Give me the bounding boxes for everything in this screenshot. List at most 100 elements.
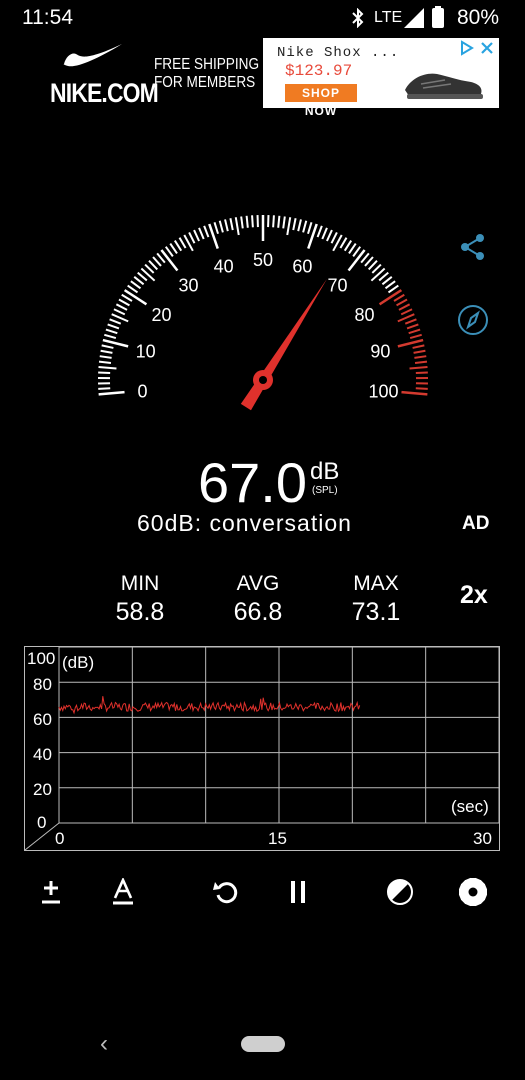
graph-y-tick: 80 (33, 675, 52, 694)
min-label: MIN (120, 572, 160, 595)
gauge-tick (169, 242, 178, 255)
ad-brand: NIKE.COM (50, 78, 159, 108)
ad-close-icon[interactable] (479, 40, 495, 61)
gauge-tick (404, 318, 417, 325)
gauge-tick-label: 60 (292, 257, 312, 277)
compass-icon[interactable] (457, 304, 489, 341)
gauge-tick (409, 366, 428, 370)
graph-y-tick: 100 (27, 649, 56, 668)
gauge-tick (414, 360, 428, 364)
theme-icon[interactable] (380, 872, 420, 912)
network-label: LTE (374, 9, 403, 26)
gauge-tick (130, 280, 142, 290)
gauge-tick (127, 284, 139, 294)
gauge-tick-label: 10 (136, 342, 156, 362)
gauge-tick (218, 220, 224, 233)
reading-unit-sub: (SPL) (312, 485, 338, 496)
gauge-tick (178, 237, 187, 249)
ad-product-card[interactable]: Nike Shox ... $123.97 SHOP NOW (263, 38, 499, 118)
avg-label: AVG (236, 572, 280, 595)
gauge-tick (406, 323, 419, 330)
reset-icon[interactable] (206, 872, 246, 912)
gauge-tick (229, 218, 234, 231)
gauge-needle (240, 278, 328, 411)
gauge-tick (387, 284, 399, 294)
gauge-tick (105, 328, 118, 335)
gauge-tick (398, 303, 411, 311)
gauge-tick (415, 371, 428, 375)
gauge-tick (401, 390, 428, 396)
gauge-tick (370, 267, 386, 282)
graph-y-tick: 40 (33, 745, 52, 764)
gauge-tick (224, 219, 229, 232)
gauge-tick (396, 298, 408, 307)
gauge-tick (297, 219, 302, 232)
gauge-tick (326, 229, 333, 242)
status-bar: 11:54 LTE 80% (0, 0, 525, 38)
gauge-tick-label: 90 (370, 342, 390, 362)
gauge-tick-label: 100 (369, 382, 399, 402)
nav-back-icon[interactable]: ‹ (100, 1030, 108, 1058)
gauge-tick (339, 237, 348, 249)
gauge-tick (316, 225, 323, 238)
gauge-tick (343, 239, 353, 252)
ad-product-name: Nike Shox ... (277, 45, 400, 61)
reference-level-text: 60dB: conversation (137, 510, 352, 536)
settings-icon[interactable] (453, 872, 493, 912)
gauge-tick (101, 344, 114, 349)
ad-price: $123.97 (285, 62, 353, 80)
gauge-tick (198, 227, 205, 240)
gauge-tick (393, 293, 405, 302)
share-icon[interactable] (458, 232, 488, 267)
ad-toggle-button[interactable]: AD (462, 513, 489, 535)
ad-banner[interactable]: NIKE.COM FREE SHIPPING FOR MEMBERS Nike … (40, 36, 502, 118)
gauge-tick (240, 216, 244, 229)
gauge-tick (193, 229, 200, 242)
gauge-tick (277, 215, 281, 228)
pause-icon[interactable] (278, 872, 318, 912)
max-value: 73.1 (351, 598, 401, 626)
graph-x-unit: (sec) (451, 797, 489, 816)
gauge-tick (98, 387, 111, 390)
graph-y-tick: 60 (33, 710, 52, 729)
graph-x-tick: 0 (55, 829, 65, 848)
calibrate-icon[interactable] (31, 872, 71, 912)
gauge-tick-label: 50 (253, 250, 273, 270)
graph-x-tick: 30 (473, 829, 492, 848)
gauge-tick (234, 217, 240, 236)
gauge-tick-label: 80 (354, 305, 374, 325)
gauge-tick (137, 271, 148, 282)
gauge-tick (188, 232, 196, 244)
speed-toggle-button[interactable]: 2x (460, 581, 488, 610)
gauge-tick (272, 215, 275, 228)
sound-level-gauge: 0 10 20 30 40 50 60 70 80 90 100 (98, 215, 428, 411)
nav-home-pill[interactable] (241, 1036, 285, 1052)
gauge-tick (152, 256, 162, 267)
graph-y-unit: (dB) (62, 653, 95, 672)
gauge-tick (113, 308, 126, 316)
status-time: 11:54 (22, 6, 73, 29)
reading-unit: dB (310, 458, 340, 485)
gauge-tick (408, 328, 421, 335)
gauge-tick (99, 355, 112, 359)
gauge-tick-label: 70 (327, 276, 347, 296)
gauge-tick (173, 239, 183, 252)
gauge-tick (118, 298, 130, 307)
gauge-tick (413, 349, 426, 354)
gauge-tick (348, 242, 357, 255)
gauge-tick (292, 218, 297, 231)
weighting-icon[interactable] (103, 872, 143, 912)
current-reading: 67.0 (198, 451, 307, 514)
gauge-tick (213, 222, 219, 235)
ad-shop-now-button[interactable]: SHOP NOW (285, 84, 357, 118)
gauge-tick (414, 355, 427, 359)
gauge-tick (98, 371, 111, 375)
gauge-tick (251, 215, 254, 228)
gauge-tick-label: 20 (152, 305, 172, 325)
gauge-tick (371, 263, 382, 274)
battery-icon (432, 6, 444, 33)
gauge-tick (384, 280, 396, 290)
adchoices-icon[interactable] (459, 40, 475, 61)
gauge-tick-label: 0 (137, 382, 147, 402)
gauge-tick (133, 276, 145, 286)
